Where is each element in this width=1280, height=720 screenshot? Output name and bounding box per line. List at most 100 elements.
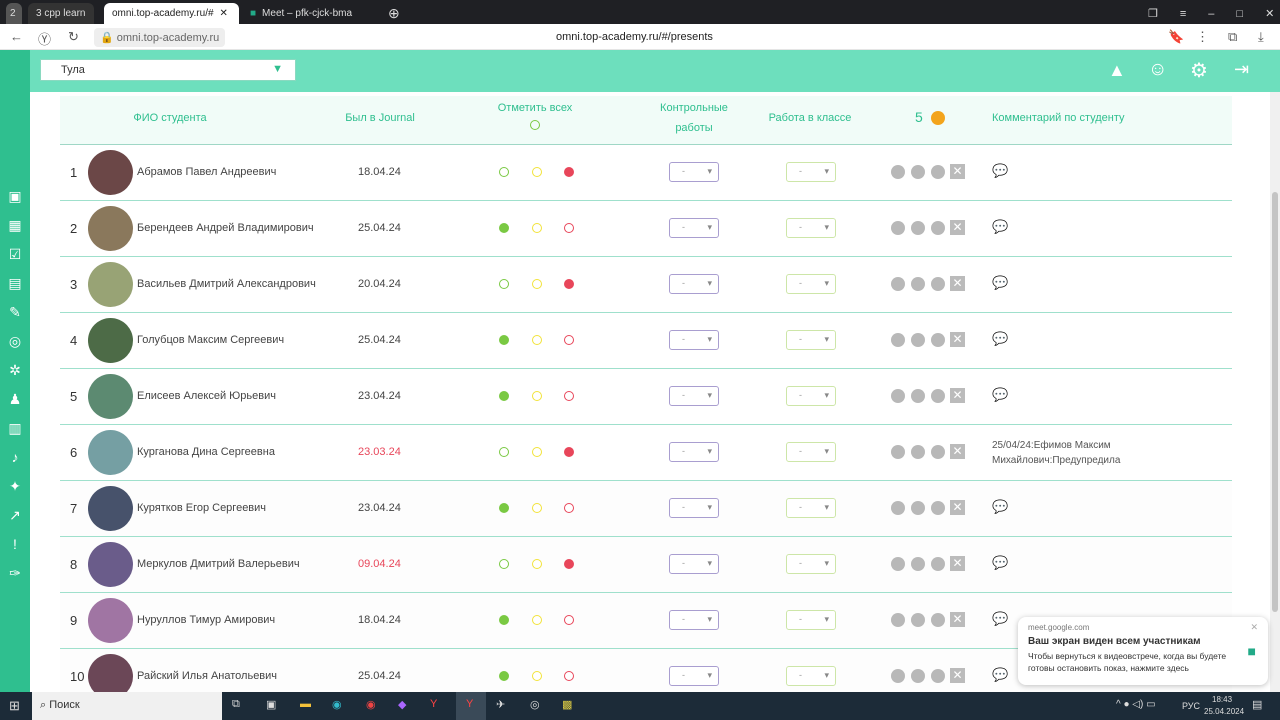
warning-icon[interactable]: ▲ (1108, 60, 1126, 81)
tab-omni[interactable]: omni.top-academy.ru/# ✕ (104, 3, 239, 24)
absent-radio[interactable] (564, 447, 574, 457)
coin-award-icon[interactable] (891, 165, 905, 179)
clock-date[interactable]: 25.04.2024 (1204, 707, 1244, 716)
coin-award-icon[interactable] (911, 277, 925, 291)
coin-award-icon[interactable] (911, 669, 925, 683)
absent-radio[interactable] (564, 503, 574, 513)
coin-award-icon[interactable] (911, 613, 925, 627)
absent-radio[interactable] (564, 223, 574, 233)
comment-icon[interactable]: 💬 (992, 611, 1008, 627)
chart-icon[interactable]: ↗ (6, 507, 24, 525)
download-icon[interactable]: ⤓ (1258, 29, 1264, 45)
remove-coins-icon[interactable]: ✕ (950, 332, 965, 347)
yandex-browser-icon[interactable]: Y (430, 698, 437, 710)
extensions-icon[interactable]: ⧉ (1228, 29, 1237, 45)
comment-icon[interactable]: 💬 (992, 499, 1008, 515)
more-icon[interactable]: ⋮ (1196, 29, 1209, 45)
comment-icon[interactable]: 💬 (992, 387, 1008, 403)
gear-icon[interactable]: ⚙ (1190, 58, 1208, 83)
remove-coins-icon[interactable]: ✕ (950, 612, 965, 627)
remove-coins-icon[interactable]: ✕ (950, 388, 965, 403)
remove-coins-icon[interactable]: ✕ (950, 556, 965, 571)
feather-icon[interactable]: ✑ (6, 565, 24, 583)
comment-icon[interactable]: 💬 (992, 163, 1008, 179)
coin-award-icon[interactable] (911, 445, 925, 459)
student-name[interactable]: Берендеев Андрей Владимирович (137, 222, 314, 234)
present-radio[interactable] (499, 335, 509, 345)
coin-award-icon[interactable] (931, 389, 945, 403)
student-name[interactable]: Райский Илья Анатольевич (137, 670, 277, 682)
late-radio[interactable] (532, 671, 542, 681)
coin-award-icon[interactable] (931, 165, 945, 179)
present-radio[interactable] (499, 223, 509, 233)
tab-group-badge[interactable]: 2 (6, 3, 22, 24)
checklist-icon[interactable]: ☑ (6, 246, 24, 264)
coin-award-icon[interactable] (931, 501, 945, 515)
late-radio[interactable] (532, 391, 542, 401)
remove-coins-icon[interactable]: ✕ (950, 276, 965, 291)
absent-radio[interactable] (564, 671, 574, 681)
book-icon[interactable]: ▤ (6, 275, 24, 293)
coin-award-icon[interactable] (931, 221, 945, 235)
comment-icon[interactable]: 💬 (992, 667, 1008, 683)
coin-award-icon[interactable] (891, 557, 905, 571)
absent-radio[interactable] (564, 279, 574, 289)
test-grade-select[interactable]: - (669, 218, 719, 238)
close-icon[interactable]: ✕ (220, 8, 228, 19)
edge-icon[interactable]: ◉ (332, 698, 342, 711)
collections-icon[interactable]: ❐ (1148, 7, 1158, 20)
classwork-grade-select[interactable]: - (786, 218, 836, 238)
student-name[interactable]: Нуруллов Тимур Амирович (137, 614, 275, 626)
student-name[interactable]: Елисеев Алексей Юрьевич (137, 390, 276, 402)
classwork-grade-select[interactable]: - (786, 554, 836, 574)
student-name[interactable]: Курганова Дина Сергеевна (137, 446, 275, 458)
coin-award-icon[interactable] (931, 333, 945, 347)
screen-share-notification[interactable]: meet.google.com ✕ Ваш экран виден всем у… (1018, 617, 1268, 685)
classwork-grade-select[interactable]: - (786, 162, 836, 182)
clock-time[interactable]: 18:43 (1212, 695, 1232, 704)
reload-icon[interactable]: ↻ (68, 29, 79, 45)
present-radio[interactable] (499, 391, 509, 401)
globe-icon[interactable]: ◎ (6, 333, 24, 351)
classwork-grade-select[interactable]: - (786, 274, 836, 294)
coin-award-icon[interactable] (891, 277, 905, 291)
late-radio[interactable] (532, 223, 542, 233)
present-radio[interactable] (499, 671, 509, 681)
explorer-icon[interactable]: ▬ (300, 698, 311, 710)
yandex-icon[interactable]: Ⓨ (38, 29, 51, 48)
briefcase-icon[interactable]: ▣ (6, 188, 24, 206)
late-radio[interactable] (532, 279, 542, 289)
app2-icon[interactable]: ▩ (562, 698, 572, 711)
city-select[interactable]: Тула ▼ (40, 59, 296, 81)
coin-award-icon[interactable] (891, 221, 905, 235)
coin-award-icon[interactable] (931, 669, 945, 683)
logout-icon[interactable]: ⇥ (1234, 59, 1249, 80)
test-grade-select[interactable]: - (669, 498, 719, 518)
present-radio[interactable] (499, 559, 509, 569)
close-icon[interactable]: ✕ (1250, 622, 1258, 633)
late-radio[interactable] (532, 447, 542, 457)
yandex-browser-active-icon[interactable]: Y (456, 692, 486, 720)
classwork-grade-select[interactable]: - (786, 386, 836, 406)
remove-coins-icon[interactable]: ✕ (950, 444, 965, 459)
student-name[interactable]: Абрамов Павел Андреевич (137, 166, 276, 178)
present-radio[interactable] (499, 447, 509, 457)
coin-award-icon[interactable] (891, 333, 905, 347)
remove-coins-icon[interactable]: ✕ (950, 668, 965, 683)
coin-award-icon[interactable] (911, 333, 925, 347)
tab-cpp-learn[interactable]: 3 cpp learn (28, 3, 94, 24)
late-radio[interactable] (532, 559, 542, 569)
present-radio[interactable] (499, 615, 509, 625)
store-icon[interactable]: ▣ (266, 698, 276, 711)
coin-award-icon[interactable] (891, 501, 905, 515)
classwork-grade-select[interactable]: - (786, 666, 836, 686)
scrollbar-thumb[interactable] (1272, 192, 1278, 612)
coin-award-icon[interactable] (911, 557, 925, 571)
back-icon[interactable]: ← (10, 29, 23, 44)
scrollbar[interactable] (1270, 92, 1280, 692)
app-icon[interactable]: ✈ (496, 698, 505, 711)
test-grade-select[interactable]: - (669, 162, 719, 182)
late-radio[interactable] (532, 167, 542, 177)
student-name[interactable]: Васильев Дмитрий Александрович (137, 278, 316, 290)
close-window-icon[interactable]: ✕ (1265, 7, 1274, 20)
